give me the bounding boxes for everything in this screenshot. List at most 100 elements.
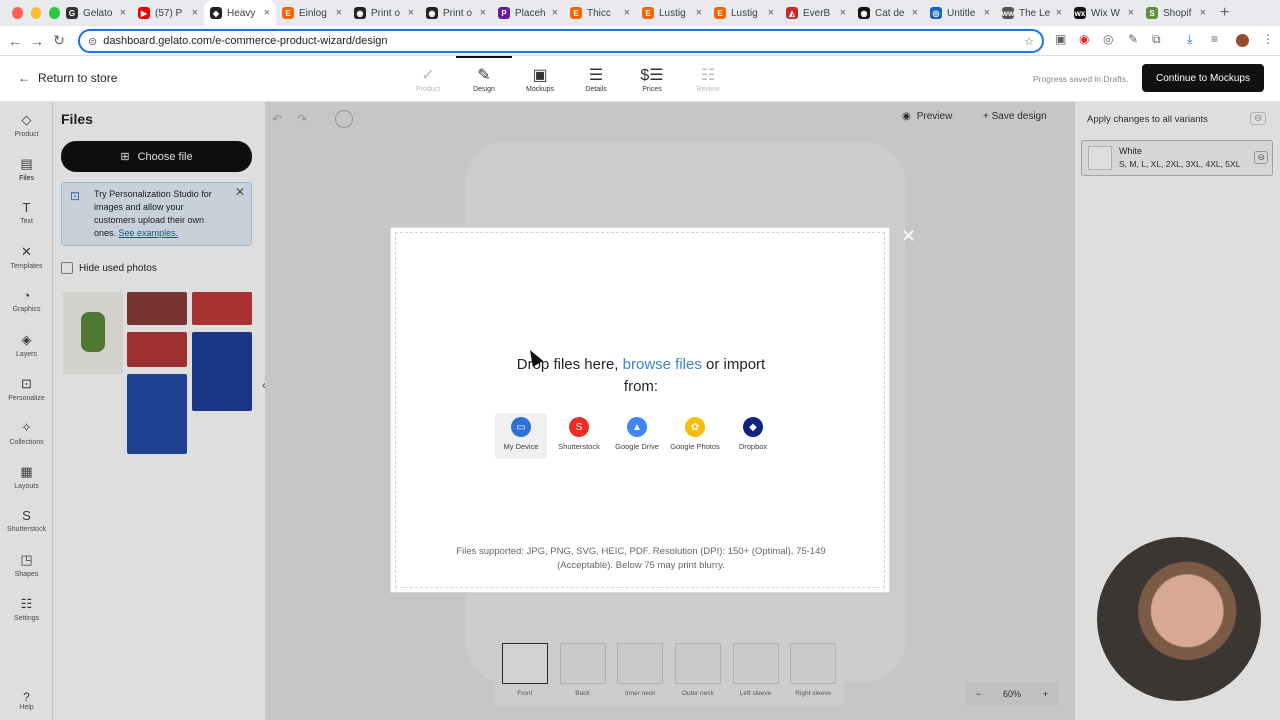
puzzle-icon[interactable]: ⧉ <box>1152 32 1161 47</box>
browser-tab[interactable]: ◆ Heavy × <box>204 0 276 26</box>
close-icon[interactable]: ✕ <box>901 226 916 247</box>
source-google-photos[interactable]: ✿ Google Photos <box>669 413 721 459</box>
tab-title: Print o <box>443 7 472 19</box>
profile-avatar[interactable] <box>1236 34 1249 47</box>
favicon: ◉ <box>858 7 870 19</box>
step-mockups[interactable]: ▣ Mockups <box>512 56 568 102</box>
browser-tab-bar: G Gelato × ▶ (57) P × ◆ Heavy × E Einlog × ◉ Print o ×… <box>0 0 1280 26</box>
source-label: Shutterstock <box>558 442 600 451</box>
tab-title: The Le <box>1019 7 1051 19</box>
return-to-store-link[interactable]: ← Return to store <box>18 71 117 85</box>
close-tab-icon[interactable]: × <box>1200 7 1206 19</box>
tab-title: Einlog <box>299 7 327 19</box>
wizard-header: ← Return to store ✓ Product ✎ Design ▣ Mockup… <box>0 56 1280 102</box>
browser-tab[interactable]: ◭ EverB × <box>780 0 852 26</box>
close-tab-icon[interactable]: × <box>408 7 414 19</box>
forward-arrow-icon[interactable]: → <box>26 33 48 49</box>
maximize-window-button[interactable] <box>49 7 61 19</box>
source-dropbox[interactable]: ◆ Dropbox <box>727 413 779 459</box>
close-tab-icon[interactable]: × <box>624 7 630 19</box>
source-my-device[interactable]: ▭ My Device <box>495 413 547 459</box>
close-tab-icon[interactable]: × <box>264 7 270 19</box>
close-tab-icon[interactable]: × <box>1056 7 1062 19</box>
tab-search-icon[interactable]: ≡ <box>1211 32 1218 46</box>
close-tab-icon[interactable]: × <box>768 7 774 19</box>
extension-icon[interactable]: ◎ <box>1103 32 1113 46</box>
favicon: ◎ <box>930 7 942 19</box>
step-label: Review <box>696 86 720 93</box>
close-tab-icon[interactable]: × <box>840 7 846 19</box>
tab-title: Print o <box>371 7 400 19</box>
browser-tab[interactable]: E Einlog × <box>276 0 348 26</box>
address-bar: ← → ↻ ⊜ dashboard.gelato.com/e-commerce-… <box>0 26 1280 56</box>
favicon: G <box>66 7 78 19</box>
browser-tab[interactable]: E Thicc × <box>564 0 636 26</box>
browser-tab[interactable]: ▶ (57) P × <box>132 0 204 26</box>
url-field[interactable]: ⊜ dashboard.gelato.com/e-commerce-produc… <box>78 29 1044 53</box>
tab-title: (57) P <box>155 7 183 19</box>
source-google-drive[interactable]: ▲ Google Drive <box>611 413 663 459</box>
close-tab-icon[interactable]: × <box>912 7 918 19</box>
step-label: Design <box>473 86 495 93</box>
source-label: Dropbox <box>738 442 768 451</box>
reload-icon[interactable]: ↻ <box>48 32 70 49</box>
close-tab-icon[interactable]: × <box>480 7 486 19</box>
browser-tab[interactable]: E Lustig × <box>636 0 708 26</box>
browser-tab[interactable]: E Lustig × <box>708 0 780 26</box>
tab-title: Placeh <box>515 7 546 19</box>
cast-icon[interactable]: ▣ <box>1055 32 1066 46</box>
tab-title: Heavy <box>227 7 256 19</box>
extension-icon[interactable]: ◉ <box>1079 32 1089 46</box>
bookmark-star-icon[interactable]: ☆ <box>1024 35 1034 48</box>
tab-title: Thicc <box>587 7 611 19</box>
close-tab-icon[interactable]: × <box>984 7 990 19</box>
browser-tab[interactable]: P Placeh × <box>492 0 564 26</box>
source-icon: ▭ <box>511 417 531 437</box>
step-prices[interactable]: $☰ Prices <box>624 56 680 102</box>
browser-tab[interactable]: ◉ Print o × <box>420 0 492 26</box>
browser-tab[interactable]: G Gelato × <box>60 0 132 26</box>
close-tab-icon[interactable]: × <box>120 7 126 19</box>
browser-tab[interactable]: ◉ Print o × <box>348 0 420 26</box>
menu-icon[interactable]: ⋮ <box>1262 32 1274 46</box>
close-tab-icon[interactable]: × <box>696 7 702 19</box>
step-design[interactable]: ✎ Design <box>456 56 512 102</box>
return-label: Return to store <box>38 71 118 85</box>
download-icon[interactable]: ⤓ <box>1187 32 1192 47</box>
browse-files-link[interactable]: browse files <box>623 356 702 373</box>
browser-tab[interactable]: ◉ Cat de × <box>852 0 924 26</box>
tab-title: Shopif <box>1163 7 1192 19</box>
step-details[interactable]: ☰ Details <box>568 56 624 102</box>
browser-tab[interactable]: wx Wix W × <box>1068 0 1140 26</box>
tab-title: EverB <box>803 7 831 19</box>
site-info-icon[interactable]: ⊜ <box>88 35 97 48</box>
step-icon: ✎ <box>477 67 491 84</box>
favicon: ww <box>1001 7 1015 19</box>
new-tab-button[interactable]: + <box>1212 4 1229 22</box>
favicon: E <box>282 7 294 19</box>
close-tab-icon[interactable]: × <box>336 7 342 19</box>
browser-tab[interactable]: ◎ Untitle × <box>924 0 996 26</box>
close-tab-icon[interactable]: × <box>552 7 558 19</box>
minimize-window-button[interactable] <box>30 7 42 19</box>
favicon: P <box>498 7 510 19</box>
drop-zone[interactable] <box>395 232 885 588</box>
favicon: wx <box>1074 7 1086 19</box>
step-icon: ✓ <box>421 67 435 84</box>
close-window-button[interactable] <box>12 7 23 19</box>
step-product[interactable]: ✓ Product <box>400 56 456 102</box>
step-review[interactable]: ☷ Review <box>680 56 736 102</box>
source-shutterstock[interactable]: S Shutterstock <box>553 413 605 459</box>
eyedropper-icon[interactable]: ✎ <box>1128 32 1138 46</box>
continue-to-mockups-button[interactable]: Continue to Mockups <box>1142 64 1264 92</box>
webcam-overlay <box>1097 537 1261 701</box>
close-tab-icon[interactable]: × <box>192 7 198 19</box>
browser-tab[interactable]: S Shopif × <box>1140 0 1212 26</box>
source-label: My Device <box>503 442 539 451</box>
tab-title: Cat de <box>875 7 905 19</box>
step-icon: $☰ <box>640 67 664 84</box>
url-text: dashboard.gelato.com/e-commerce-product-… <box>103 35 388 47</box>
browser-tab[interactable]: ww The Le × <box>996 0 1068 26</box>
close-tab-icon[interactable]: × <box>1128 7 1134 19</box>
back-arrow-icon[interactable]: ← <box>4 33 26 49</box>
